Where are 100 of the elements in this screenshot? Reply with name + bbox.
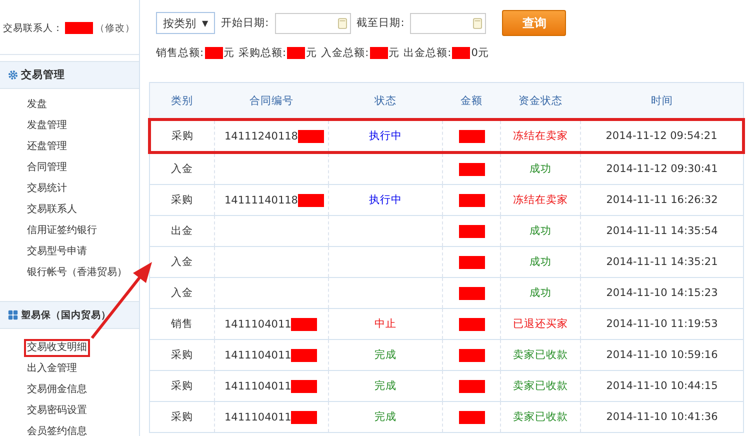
sidebar-item[interactable]: 交易收支明细 xyxy=(24,338,90,356)
sidebar-item[interactable]: 信用证签约银行 xyxy=(24,222,100,240)
total-unit: 0元 xyxy=(471,46,489,60)
fund-status: 已退还买家 xyxy=(513,318,568,330)
redaction-block xyxy=(291,380,318,392)
redaction-block xyxy=(452,47,470,59)
table-cell: 采购 xyxy=(150,402,214,432)
redaction-block xyxy=(287,47,306,59)
column-header: 金额 xyxy=(442,82,500,120)
sidebar-item[interactable]: 交易型号申请 xyxy=(24,242,90,260)
edit-link[interactable]: （修改） xyxy=(95,22,135,34)
redaction-block xyxy=(204,47,223,59)
table-cell: 入金 xyxy=(150,278,214,308)
redaction-block xyxy=(458,130,484,142)
redaction-block xyxy=(298,130,324,142)
table-cell: 2014-11-10 10:41:36 xyxy=(580,402,744,432)
section-header[interactable]: 塑易保（国内贸易） xyxy=(0,301,139,329)
grid-icon xyxy=(8,310,18,320)
sidebar-item[interactable]: 还盘管理 xyxy=(24,138,70,156)
contract-number: 1411104011 xyxy=(224,410,292,423)
fund-status: 卖家已收款 xyxy=(513,380,568,392)
sidebar-item[interactable]: 合同管理 xyxy=(24,158,70,176)
contract-number: 1411104011 xyxy=(224,318,292,330)
table-cell: 销售 xyxy=(150,308,214,340)
end-date-field[interactable] xyxy=(410,12,486,34)
settings-icon xyxy=(8,70,18,80)
fund-status: 成功 xyxy=(530,163,552,175)
redaction-block xyxy=(458,256,484,268)
redaction-block xyxy=(298,194,324,206)
sidebar-item[interactable]: 交易佣金信息 xyxy=(24,380,90,398)
fund-status: 冻结在卖家 xyxy=(513,130,568,142)
column-header: 合同编号 xyxy=(214,82,328,120)
column-header: 类别 xyxy=(150,82,214,120)
sidebar-item[interactable]: 交易联系人 xyxy=(24,200,80,218)
redaction-block xyxy=(458,410,484,424)
total-label: 入金总额: xyxy=(321,46,369,60)
category-select[interactable]: 按类别 ▼ xyxy=(156,12,216,34)
sidebar-item[interactable]: 出入金管理 xyxy=(24,360,80,378)
fund-status: 冻结在卖家 xyxy=(513,194,568,206)
fund-status: 成功 xyxy=(530,225,552,237)
redaction-block xyxy=(291,348,318,362)
redaction-block xyxy=(458,318,484,330)
table-cell: 2014-11-10 14:15:23 xyxy=(580,278,744,308)
redaction-block xyxy=(458,162,484,176)
status-text: 完成 xyxy=(374,349,396,361)
redaction-block xyxy=(458,224,484,238)
contract-number: 1411104011 xyxy=(224,348,292,361)
sidebar-item[interactable]: 发盘 xyxy=(24,96,50,114)
column-header: 状态 xyxy=(328,82,442,120)
status-text: 完成 xyxy=(374,380,396,392)
fund-status: 成功 xyxy=(530,256,552,268)
sidebar-item[interactable]: 发盘管理 xyxy=(24,116,70,134)
redaction-block xyxy=(65,22,93,34)
sidebar-item[interactable]: 银行帐号（香港贸易） xyxy=(24,264,130,282)
column-header: 资金状态 xyxy=(500,82,580,120)
redaction-block xyxy=(291,318,318,330)
redaction-block xyxy=(458,286,484,300)
table-cell: 2014-11-11 14:35:21 xyxy=(580,246,744,278)
redaction-block xyxy=(458,380,484,392)
redaction-block xyxy=(458,348,484,362)
redaction-block xyxy=(370,47,388,59)
status-text: 执行中 xyxy=(369,130,402,142)
table-cell: 2014-11-12 09:54:21 xyxy=(580,120,744,152)
sidebar-item[interactable]: 会员签约信息 xyxy=(24,422,90,436)
table-cell: 采购 xyxy=(150,184,214,216)
table-cell: 2014-11-10 10:44:15 xyxy=(580,370,744,402)
status-text: 中止 xyxy=(374,318,396,330)
sidebar-item[interactable]: 交易密码设置 xyxy=(24,402,90,420)
calendar-icon xyxy=(473,18,482,28)
sidebar-item[interactable]: 交易统计 xyxy=(24,180,70,198)
fund-status: 卖家已收款 xyxy=(513,349,568,361)
table-cell: 2014-11-11 16:26:32 xyxy=(580,184,744,216)
table-cell: 出金 xyxy=(150,216,214,246)
total-unit: 元 xyxy=(388,46,400,60)
table-cell: 采购 xyxy=(150,120,214,152)
redaction-block xyxy=(458,194,484,206)
table-cell: 2014-11-12 09:30:41 xyxy=(580,152,744,184)
contract-number: 14111240118 xyxy=(224,130,298,142)
table-cell: 2014-11-11 14:35:54 xyxy=(580,216,744,246)
status-text: 执行中 xyxy=(369,194,402,206)
table-cell: 采购 xyxy=(150,370,214,402)
fund-status: 成功 xyxy=(530,287,552,299)
table-cell: 2014-11-10 11:19:53 xyxy=(580,308,744,340)
contract-number: 14111140118 xyxy=(224,194,298,206)
contact-label: 交易联系人： xyxy=(3,22,63,34)
table-cell: 2014-11-10 10:59:16 xyxy=(580,340,744,370)
contract-number: 1411104011 xyxy=(224,380,292,392)
total-label: 采购总额: xyxy=(238,46,286,60)
section-header[interactable]: 交易管理 xyxy=(0,61,139,89)
column-header: 时间 xyxy=(580,82,744,120)
redaction-block xyxy=(291,410,318,424)
table-cell: 入金 xyxy=(150,152,214,184)
start-date-field[interactable] xyxy=(274,12,351,34)
fund-status: 卖家已收款 xyxy=(513,411,568,423)
table-cell: 采购 xyxy=(150,340,214,370)
calendar-icon xyxy=(338,18,347,28)
total-unit: 元 xyxy=(306,46,318,60)
total-unit: 元 xyxy=(224,46,235,60)
total-label: 出金总额: xyxy=(404,46,452,60)
status-text: 完成 xyxy=(374,411,396,423)
